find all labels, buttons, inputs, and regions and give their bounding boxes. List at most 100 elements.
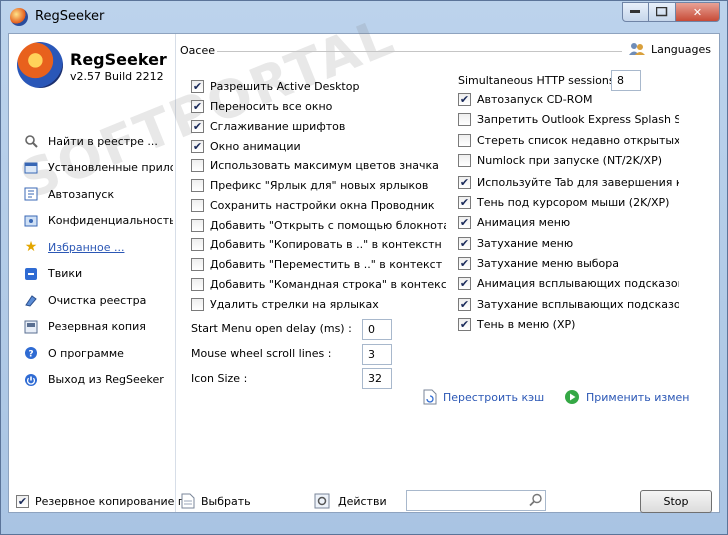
checkbox-label: Добавить "Командная строка" в контекстно… bbox=[210, 277, 446, 291]
star-icon: ★ bbox=[24, 239, 38, 256]
sidebar-item-favorites[interactable]: ★ Избранное ... bbox=[23, 234, 173, 261]
checkbox-move-to[interactable]: Добавить "Переместить в .." в контекст bbox=[191, 256, 446, 272]
sidebar-item-about[interactable]: ? О программе bbox=[23, 340, 173, 367]
checkbox-label: Стереть список недавно открытых до bbox=[477, 133, 679, 147]
checkbox-box[interactable] bbox=[458, 153, 471, 167]
checkbox-menu-animation[interactable]: Анимация меню bbox=[458, 214, 679, 230]
sidebar-item-label: Конфиденциальность bbox=[48, 214, 173, 228]
checkbox-box[interactable] bbox=[191, 139, 204, 153]
checkbox-box[interactable] bbox=[458, 256, 471, 270]
checkbox-box[interactable] bbox=[458, 215, 471, 229]
title-bar[interactable]: RegSeeker ✕ bbox=[1, 1, 727, 33]
sidebar-item-autostart[interactable]: Автозапуск bbox=[23, 181, 173, 208]
sidebar-item-privacy[interactable]: Конфиденциальность bbox=[23, 208, 173, 235]
checkbox-box[interactable] bbox=[458, 133, 471, 147]
checkbox-box[interactable] bbox=[191, 79, 204, 93]
start-menu-delay-label: Start Menu open delay (ms) : bbox=[191, 322, 352, 335]
checkbox-box[interactable] bbox=[191, 158, 204, 172]
tweaks-panel: Оасее Languages Разрешить Active Desktop… bbox=[177, 34, 719, 512]
checkbox-outlook-splash[interactable]: Запретить Outlook Express Splash Scre bbox=[458, 111, 679, 127]
backup-icon bbox=[23, 319, 39, 335]
select-label: Выбрать bbox=[201, 494, 251, 508]
checkbox-font-smoothing[interactable]: Сглаживание шрифтов bbox=[191, 118, 446, 134]
document-refresh-icon bbox=[423, 389, 437, 405]
checkbox-label: Сглаживание шрифтов bbox=[210, 119, 346, 133]
checkbox-drag-full-window[interactable]: Переносить все окно bbox=[191, 98, 446, 114]
checkbox-open-with-notepad[interactable]: Добавить "Открыть с помощью блокнота" в bbox=[191, 217, 446, 233]
minimize-button[interactable] bbox=[622, 2, 649, 22]
checkbox-remove-shortcut-arrows[interactable]: Удалить стрелки на ярлыках bbox=[191, 296, 446, 312]
checkbox-save-explorer-settings[interactable]: Сохранить настройки окна Проводник bbox=[191, 197, 446, 213]
sidebar-item-search-registry[interactable]: Найти в реестре ... bbox=[23, 128, 173, 155]
checkbox-menu-shadow[interactable]: Тень в меню (XP) bbox=[458, 316, 679, 332]
icon-size-input[interactable] bbox=[362, 368, 392, 389]
icon-size-label: Icon Size : bbox=[191, 372, 247, 385]
checkbox-cdrom-autorun[interactable]: Автозапуск CD-ROM bbox=[458, 91, 679, 107]
checkbox-box[interactable] bbox=[191, 119, 204, 133]
maximize-button[interactable] bbox=[649, 2, 676, 22]
sidebar-item-installed-programs[interactable]: Установленные прило bbox=[23, 155, 173, 182]
regseeker-logo-icon bbox=[17, 42, 63, 88]
checkbox-numlock-startup[interactable]: Numlock при запуске (NT/2K/XP) bbox=[458, 152, 679, 168]
select-button[interactable]: Выбрать bbox=[181, 493, 251, 509]
checkbox-label: Анимация меню bbox=[477, 215, 571, 229]
search-icon[interactable] bbox=[529, 493, 543, 507]
field-label: Icon Size : bbox=[191, 372, 248, 385]
checkbox-tooltip-fade[interactable]: Затухание всплывающих подсказок bbox=[458, 296, 679, 312]
backup-checkbox[interactable]: Резервное копирование п bbox=[16, 493, 182, 509]
sidebar-item-exit[interactable]: Выход из RegSeeker bbox=[23, 367, 173, 394]
checkbox-box[interactable] bbox=[458, 175, 471, 189]
checkbox-box[interactable] bbox=[191, 297, 204, 311]
start-menu-delay-input[interactable] bbox=[362, 319, 392, 340]
checkbox-box[interactable] bbox=[191, 277, 204, 291]
checkbox-box[interactable] bbox=[458, 317, 471, 331]
checkbox-window-animation[interactable]: Окно анимации bbox=[191, 138, 446, 154]
languages-link[interactable]: Languages bbox=[628, 42, 711, 56]
checkbox-shortcut-prefix[interactable]: Префикс "Ярлык для" новых ярлыков bbox=[191, 177, 446, 193]
checkbox-menu-fade[interactable]: Затухание меню bbox=[458, 235, 679, 251]
checkbox-tab-completion[interactable]: Используйте Tab для завершения ком bbox=[458, 174, 679, 190]
sidebar-item-registry-clean[interactable]: Очистка реестра bbox=[23, 287, 173, 314]
sidebar-item-label: Очистка реестра bbox=[48, 293, 147, 307]
checkbox-tooltip-animation[interactable]: Анимация всплывающих подсказок bbox=[458, 275, 679, 291]
checkbox-box[interactable] bbox=[458, 92, 471, 106]
checkbox-box[interactable] bbox=[191, 99, 204, 113]
checkbox-box[interactable] bbox=[191, 237, 204, 251]
checkbox-command-prompt[interactable]: Добавить "Командная строка" в контекстно… bbox=[191, 276, 446, 292]
scroll-lines-label: Mouse wheel scroll lines : bbox=[191, 347, 331, 360]
checkbox-box[interactable] bbox=[191, 178, 204, 192]
sidebar-item-tweaks[interactable]: Твики bbox=[23, 261, 173, 288]
app-window: RegSeeker ✕ RegSeeker v2.57 Build 2212 S… bbox=[0, 0, 728, 535]
checkbox-box[interactable] bbox=[458, 297, 471, 311]
checkbox-box[interactable] bbox=[458, 195, 471, 209]
checkbox-box[interactable] bbox=[458, 236, 471, 250]
checkbox-box[interactable] bbox=[458, 112, 471, 126]
registry-clean-icon bbox=[23, 292, 39, 308]
close-button[interactable]: ✕ bbox=[676, 2, 720, 22]
http-sessions-label: Simultaneous HTTP sessions : bbox=[458, 74, 622, 87]
checkbox-box[interactable] bbox=[191, 218, 204, 232]
actions-button[interactable]: Действи bbox=[314, 493, 387, 509]
checkbox-active-desktop[interactable]: Разрешить Active Desktop bbox=[191, 78, 446, 94]
checkbox-box[interactable] bbox=[191, 257, 204, 271]
checkbox-box[interactable] bbox=[458, 276, 471, 290]
checkbox-cursor-shadow[interactable]: Тень под курсором мыши (2K/XP) bbox=[458, 194, 679, 210]
help-icon: ? bbox=[23, 345, 39, 361]
scroll-lines-input[interactable] bbox=[362, 344, 392, 365]
sidebar-item-backup[interactable]: Резервная копия bbox=[23, 314, 173, 341]
apply-changes-link[interactable]: Применить измен bbox=[564, 389, 689, 405]
checkbox-copy-to[interactable]: Добавить "Копировать в .." в контекстн bbox=[191, 236, 446, 252]
stop-button[interactable]: Stop bbox=[640, 490, 712, 513]
checkbox-box[interactable] bbox=[191, 198, 204, 212]
svg-text:?: ? bbox=[28, 350, 33, 360]
sidebar-item-label: Твики bbox=[48, 267, 83, 281]
search-input[interactable] bbox=[406, 490, 546, 511]
checkbox-clear-recent-docs[interactable]: Стереть список недавно открытых до bbox=[458, 132, 679, 148]
checkbox-box[interactable] bbox=[16, 494, 29, 508]
checkbox-label: Добавить "Переместить в .." в контекст bbox=[210, 257, 443, 271]
magnifier-icon bbox=[23, 133, 39, 149]
rebuild-cache-link[interactable]: Перестроить кэш bbox=[423, 389, 544, 405]
checkbox-selection-fade[interactable]: Затухание меню выбора bbox=[458, 255, 679, 271]
http-sessions-input[interactable] bbox=[611, 70, 641, 91]
checkbox-max-icon-colors[interactable]: Использовать максимум цветов значка bbox=[191, 157, 446, 173]
